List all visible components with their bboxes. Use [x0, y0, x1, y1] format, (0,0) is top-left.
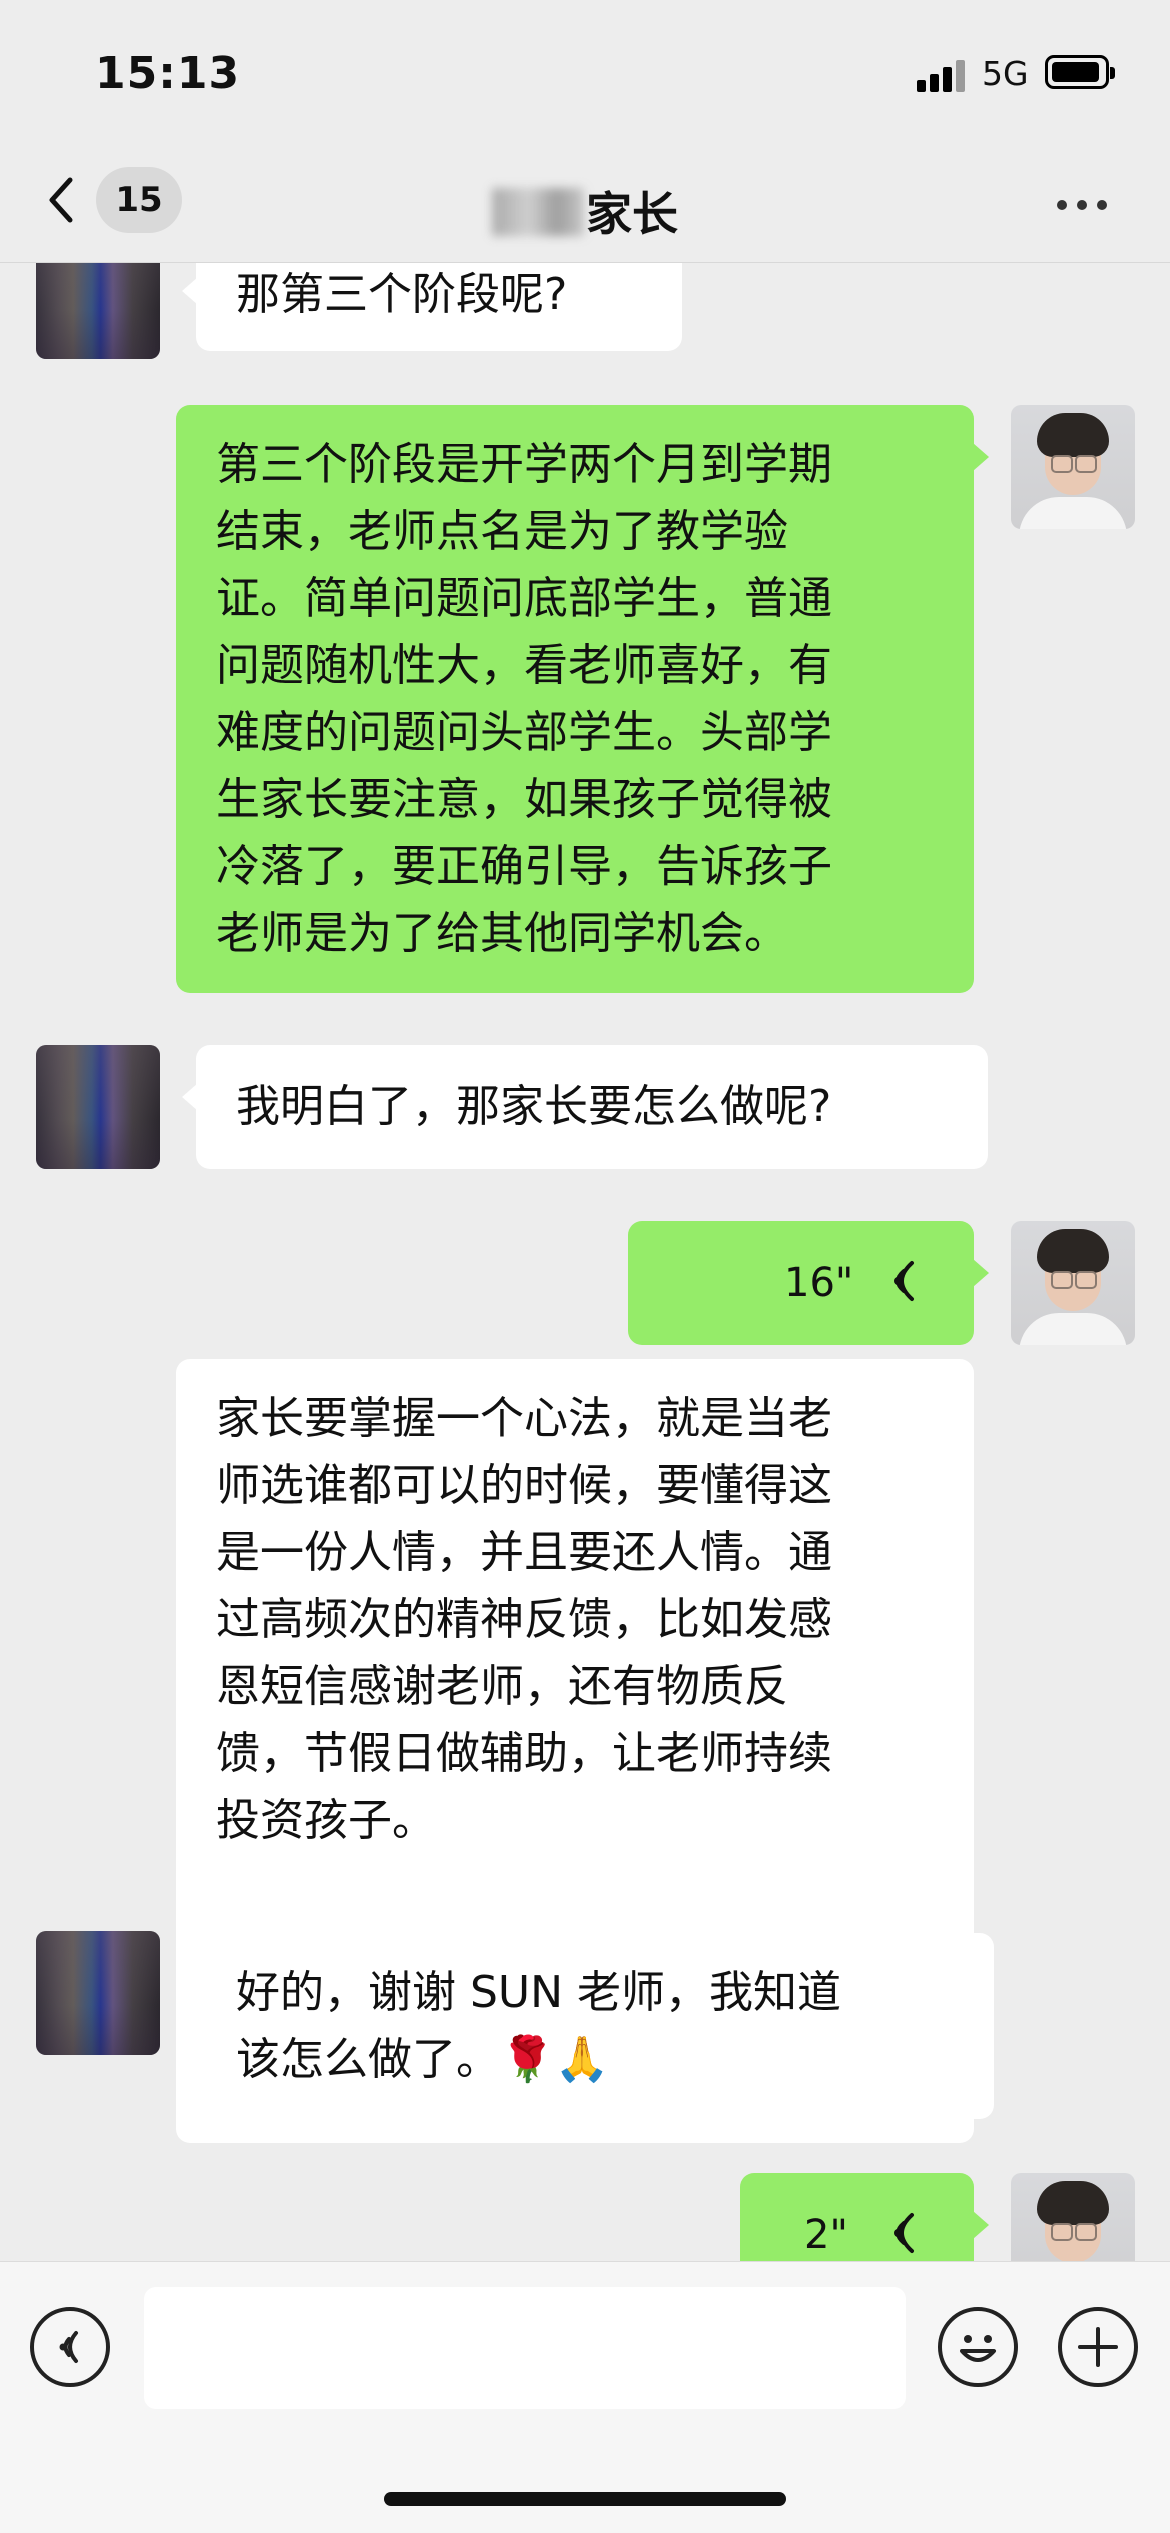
message-bubble-sent[interactable]: 第三个阶段是开学两个月到学期 结束，老师点名是为了教学验 证。简单问题问底部学生… — [176, 405, 989, 993]
parent-avatar[interactable] — [36, 263, 160, 359]
voice-message-bubble[interactable]: 2" — [740, 2173, 989, 2261]
chat-title[interactable]: 家长 — [0, 178, 1170, 244]
home-indicator[interactable] — [384, 2492, 786, 2506]
plus-icon — [1078, 2327, 1118, 2367]
input-toolbar — [0, 2261, 1170, 2533]
chat-title-text: 家长 — [586, 187, 678, 241]
teacher-avatar[interactable] — [1011, 1221, 1135, 1345]
parent-avatar[interactable] — [36, 1045, 160, 1169]
parent-avatar[interactable] — [36, 1931, 160, 2055]
message-line: 第三个阶段是开学两个月到学期 — [216, 439, 832, 490]
voice-wave-icon — [894, 1261, 914, 1301]
message-line: 该怎么做了。🌹🙏 — [236, 2034, 610, 2085]
message-line: 证。简单问题问底部学生，普通 — [216, 573, 832, 624]
message-bubble-received[interactable]: 那第三个阶段呢? — [182, 263, 682, 351]
more-options-button[interactable] — [1052, 195, 1112, 215]
message-bubble-received[interactable]: 好的，谢谢 SUN 老师，我知道 该怎么做了。🌹🙏 — [182, 1933, 994, 2119]
blurred-name — [492, 188, 584, 236]
voice-mode-button[interactable] — [30, 2307, 110, 2387]
battery-icon — [1045, 55, 1115, 89]
message-line: 是一份人情，并且要还人情。通 — [216, 1527, 832, 1578]
message-line: 投资孩子。 — [216, 1795, 436, 1846]
status-bar: 15:13 5G — [0, 0, 1170, 150]
message-bubble-received[interactable]: 我明白了，那家长要怎么做呢? — [182, 1045, 988, 1169]
message-line: 过高频次的精神反馈，比如发感 — [216, 1594, 832, 1645]
voice-duration: 2" — [804, 2212, 848, 2258]
chat-header: 15 家长 — [0, 150, 1170, 263]
message-line: 冷落了，要正确引导，告诉孩子 — [216, 841, 832, 892]
voice-message-bubble[interactable]: 16" — [628, 1221, 989, 1345]
cellular-signal-icon — [917, 58, 969, 92]
message-line: 家长要掌握一个心法，就是当老 — [216, 1393, 832, 1444]
message-line: 结束，老师点名是为了教学验 — [216, 506, 788, 557]
teacher-avatar[interactable] — [1011, 2173, 1135, 2261]
message-input[interactable] — [144, 2287, 906, 2409]
emoji-button[interactable] — [938, 2307, 1018, 2387]
message-line: 老师是为了给其他同学机会。 — [216, 908, 788, 959]
network-label: 5G — [982, 54, 1029, 93]
message-line: 问题随机性大，看老师喜好，有 — [216, 640, 832, 691]
message-text: 我明白了，那家长要怎么做呢? — [236, 1081, 832, 1132]
message-line: 难度的问题问头部学生。头部学 — [216, 707, 832, 758]
add-button[interactable] — [1058, 2307, 1138, 2387]
message-line: 师选谁都可以的时候，要懂得这 — [216, 1460, 832, 1511]
emoji-icon — [960, 2335, 996, 2362]
status-time: 15:13 — [95, 48, 241, 99]
teacher-avatar[interactable] — [1011, 405, 1135, 529]
voice-duration: 16" — [784, 1260, 854, 1306]
voice-wave-icon — [894, 2213, 914, 2253]
message-line: 馈，节假日做辅助，让老师持续 — [216, 1728, 832, 1779]
message-text: 那第三个阶段呢? — [236, 269, 568, 320]
voice-mode-icon — [59, 2331, 78, 2363]
message-line: 好的，谢谢 SUN 老师，我知道 — [236, 1967, 842, 2018]
message-line: 生家长要注意，如果孩子觉得被 — [216, 774, 832, 825]
chat-message-list[interactable]: 那第三个阶段呢? 第三个阶段是开学两个月到学期 结束，老师点名是为了教学验 证。… — [0, 263, 1170, 2261]
message-line: 恩短信感谢老师，还有物质反 — [216, 1661, 788, 1712]
